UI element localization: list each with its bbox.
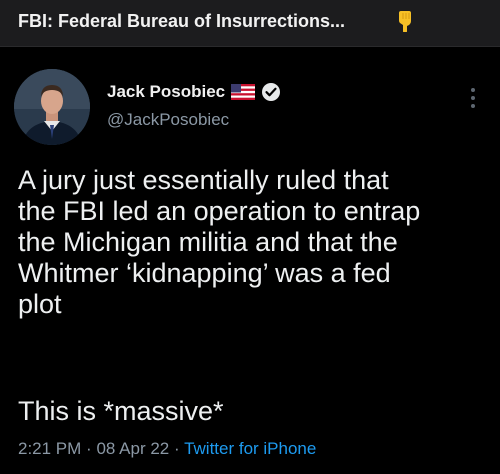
profile-photo xyxy=(14,69,90,145)
us-flag-icon xyxy=(231,84,256,100)
tweet-text-line: A jury just essentially ruled that xyxy=(18,165,389,195)
tweet-time[interactable]: 2:21 PM xyxy=(18,439,81,458)
meta-separator: · xyxy=(173,439,180,458)
more-vertical-icon[interactable] xyxy=(463,83,483,113)
tweet-text-line: plot xyxy=(18,289,62,319)
tweet-card: Jack Posobiec @JackPosobiec A jury just … xyxy=(0,47,500,474)
meta-separator: · xyxy=(86,439,92,458)
avatar[interactable] xyxy=(14,69,90,145)
post-title-bar: FBI: Federal Bureau of Insurrections... xyxy=(0,0,500,47)
tweet-date[interactable]: 08 Apr 22 xyxy=(96,439,169,458)
point-down-icon xyxy=(399,11,411,32)
tweet-source-link[interactable]: Twitter for iPhone xyxy=(184,439,316,458)
tweet-text-line: Whitmer ‘kidnapping’ was a fed xyxy=(18,258,391,288)
verified-badge-icon xyxy=(262,83,281,101)
tweet-text-line: the FBI led an operation to entrap xyxy=(18,196,421,226)
display-name[interactable]: Jack Posobiec xyxy=(107,82,225,102)
post-title: FBI: Federal Bureau of Insurrections... xyxy=(18,11,346,31)
tweet-text-line: the Michigan militia and that the xyxy=(18,227,398,257)
username-handle[interactable]: @JackPosobiec xyxy=(107,110,229,130)
tweet-metadata: 2:21 PM · 08 Apr 22 · Twitter for iPhone xyxy=(18,439,316,459)
tweet-body: A jury just essentially ruled that the F… xyxy=(18,165,488,320)
author-row: Jack Posobiec xyxy=(107,80,281,104)
tweet-text-second: This is *massive* xyxy=(18,396,224,426)
